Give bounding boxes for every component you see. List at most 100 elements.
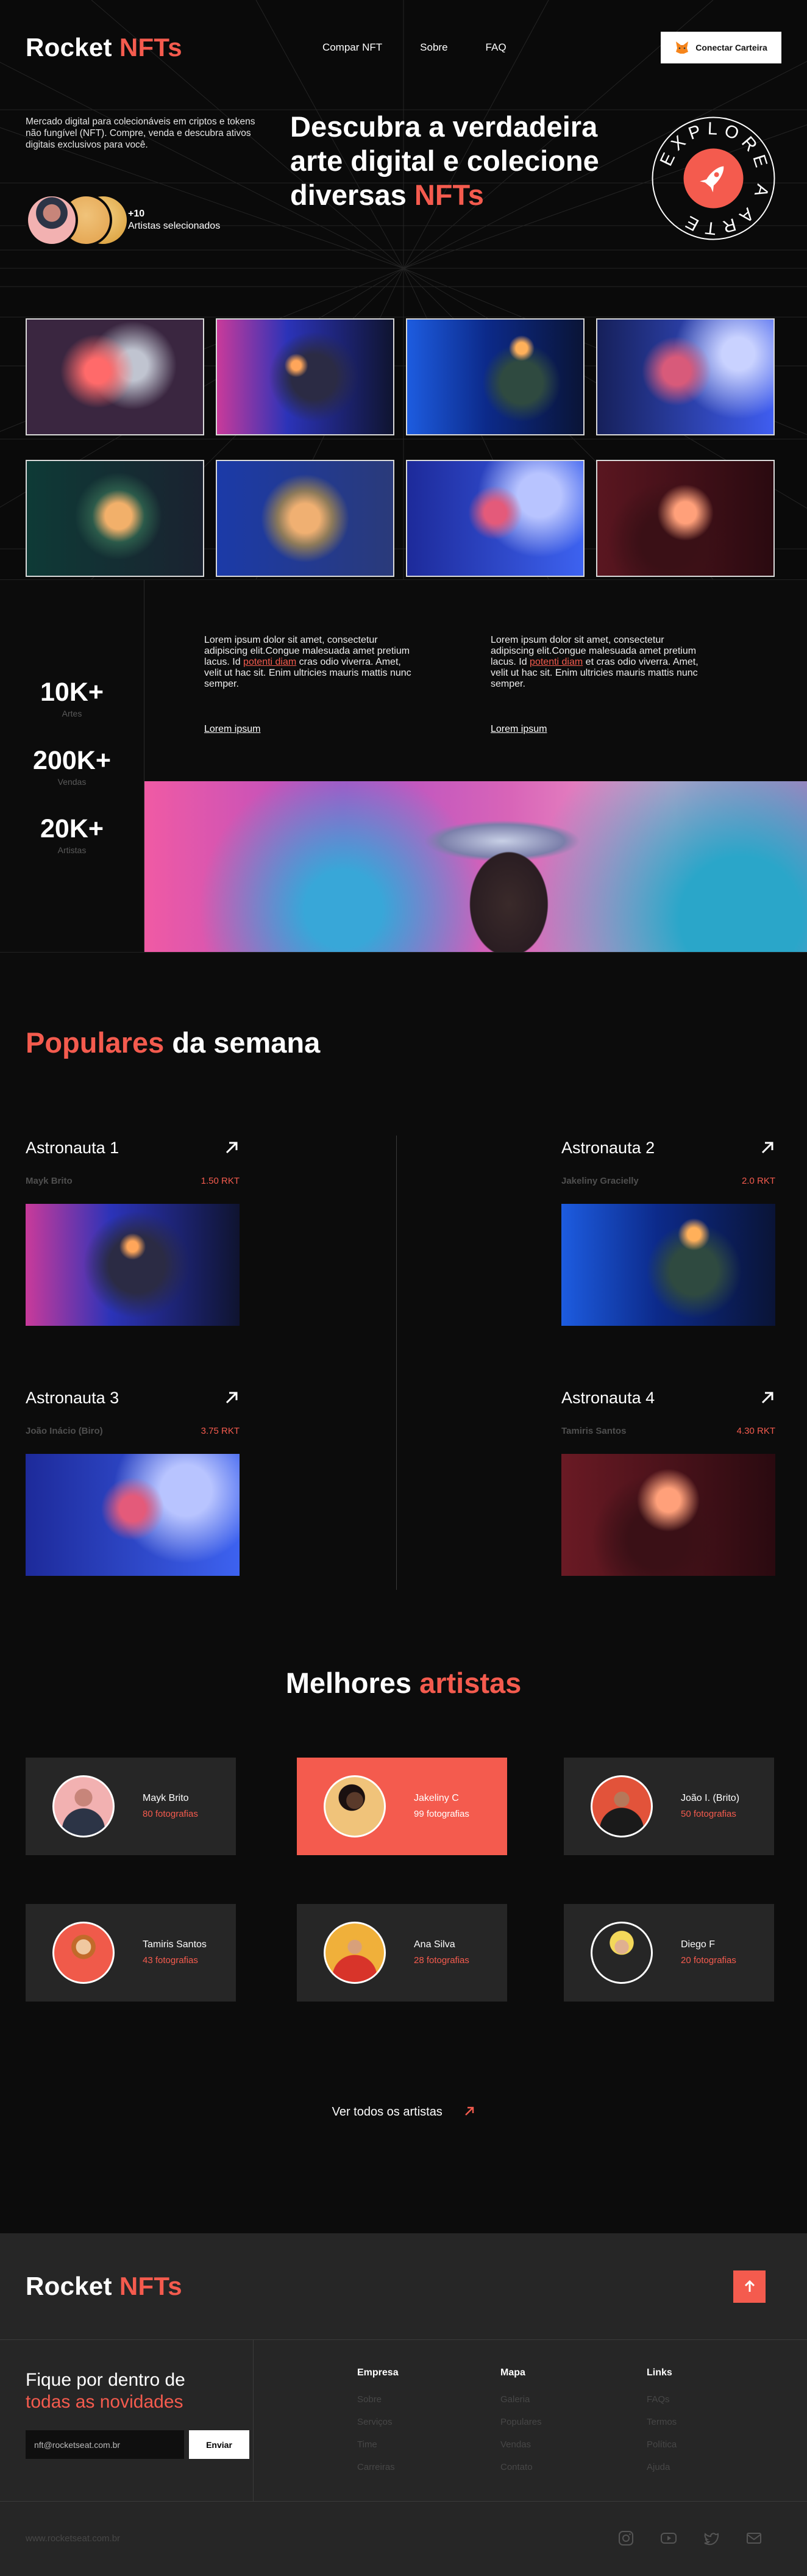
arrow-up-right-icon[interactable]	[224, 1140, 240, 1156]
footer-link[interactable]: Serviços	[357, 2411, 399, 2433]
footer-link[interactable]: Carreiras	[357, 2456, 399, 2478]
gallery-image[interactable]	[596, 460, 775, 577]
logo[interactable]: Rocket NFTs	[26, 33, 182, 62]
footer-col-empresa: Empresa Sobre Serviços Time Carreiras	[357, 2367, 399, 2478]
arrow-up-right-icon[interactable]	[759, 1390, 775, 1406]
nft-artist: Jakeliny Gracielly	[561, 1176, 639, 1186]
footer-link[interactable]: Galeria	[500, 2388, 542, 2411]
nft-image[interactable]	[561, 1204, 775, 1326]
arrow-up-icon	[744, 2280, 755, 2292]
divider	[396, 1136, 397, 1590]
artist-card[interactable]: Jakeliny C 99 fotografias	[297, 1758, 507, 1855]
gallery-image[interactable]	[216, 460, 394, 577]
footer-link[interactable]: Sobre	[357, 2388, 399, 2411]
nft-card[interactable]: Astronauta 1 Mayk Brito 1.50 RKT	[26, 1136, 240, 1326]
selected-artists: +10 Artistas selecionados	[26, 194, 220, 246]
footer-link[interactable]: FAQs	[647, 2388, 677, 2411]
stats-list: 10K+ Artes 200K+ Vendas 20K+ Artistas	[0, 580, 144, 952]
gallery-image[interactable]	[406, 318, 585, 435]
about-highlight[interactable]: potenti diam	[243, 657, 296, 667]
nft-name: Astronauta 1	[26, 1138, 119, 1157]
footer-columns: Empresa Sobre Serviços Time Carreiras Ma…	[254, 2340, 807, 2501]
youtube-icon[interactable]	[659, 2529, 678, 2547]
about-paragraph: Lorem ipsum dolor sit amet, consectetur …	[204, 635, 411, 735]
artist-avatar	[591, 1922, 653, 1984]
footer-link[interactable]: Política	[647, 2433, 677, 2456]
artist-name: Ana Silva	[414, 1939, 455, 1950]
nft-image[interactable]	[26, 1204, 240, 1326]
footer-link[interactable]: Termos	[647, 2411, 677, 2433]
gallery-image[interactable]	[216, 318, 394, 435]
twitter-icon[interactable]	[702, 2529, 720, 2547]
back-to-top-button[interactable]	[733, 2270, 766, 2303]
nft-price: 4.30 RKT	[736, 1426, 775, 1436]
nft-gallery	[26, 318, 775, 577]
artist-card[interactable]: Mayk Brito 80 fotografias	[26, 1758, 236, 1855]
arrow-up-right-icon[interactable]	[224, 1390, 240, 1406]
gallery-image[interactable]	[26, 318, 204, 435]
artist-photo-count: 43 fotografias	[143, 1955, 198, 1966]
footer-link[interactable]: Populares	[500, 2411, 542, 2433]
artist-card[interactable]: Ana Silva 28 fotografias	[297, 1904, 507, 2002]
footer-site-url[interactable]: www.rocketseat.com.br	[26, 2533, 120, 2544]
artist-photo-count: 20 fotografias	[681, 1955, 736, 1966]
footer: Rocket NFTs Fique por dentro de todas as …	[0, 2233, 807, 2576]
artist-card[interactable]: Diego F 20 fotografias	[564, 1904, 774, 2002]
instagram-icon[interactable]	[617, 2529, 635, 2547]
artist-name: Tamiris Santos	[143, 1939, 207, 1950]
stat-artes: 10K+ Artes	[40, 677, 104, 718]
explore-art-badge[interactable]: EXPLORE A ARTE	[651, 116, 776, 241]
about-paragraph: Lorem ipsum dolor sit amet, consectetur …	[491, 635, 699, 735]
social-links	[617, 2529, 763, 2547]
arrow-up-right-icon[interactable]	[759, 1140, 775, 1156]
see-all-artists-link[interactable]: Ver todos os artistas	[0, 2105, 807, 2119]
artist-name: João I. (Brito)	[681, 1793, 740, 1803]
footer-link[interactable]: Time	[357, 2433, 399, 2456]
best-artists-section: Melhores artistas Mayk Brito 80 fotografi…	[0, 1666, 807, 2233]
footer-col-links: Links FAQs Termos Política Ajuda	[647, 2367, 677, 2478]
footer-logo[interactable]: Rocket NFTs	[26, 2272, 182, 2301]
artist-photo-count: 99 fotografias	[414, 1809, 469, 1819]
popular-grid: Astronauta 1 Mayk Brito 1.50 RKT Astronau…	[26, 1136, 781, 1590]
footer-col-mapa: Mapa Galeria Populares Vendas Contato	[500, 2367, 542, 2478]
artist-avatar	[324, 1922, 386, 1984]
footer-link[interactable]: Ajuda	[647, 2456, 677, 2478]
newsletter: Fique por dentro detodas as novidades En…	[0, 2340, 254, 2501]
nft-artist: João Inácio (Biro)	[26, 1426, 103, 1436]
artist-card[interactable]: João I. (Brito) 50 fotografias	[564, 1758, 774, 1855]
avatar	[26, 194, 78, 246]
hero-description: Mercado digital para colecionáveis em cr…	[26, 116, 255, 150]
mail-icon[interactable]	[745, 2529, 763, 2547]
about-link[interactable]: Lorem ipsum	[204, 724, 260, 735]
footer-link[interactable]: Contato	[500, 2456, 542, 2478]
arrow-up-right-icon	[465, 2106, 474, 2116]
menu-item-sobre[interactable]: Sobre	[420, 41, 447, 54]
about-highlight[interactable]: potenti diam	[530, 657, 583, 667]
footer-link[interactable]: Vendas	[500, 2433, 542, 2456]
menu-item-faq[interactable]: FAQ	[486, 41, 507, 54]
newsletter-submit-button[interactable]: Enviar	[189, 2430, 249, 2459]
nft-image[interactable]	[26, 1454, 240, 1576]
gallery-image[interactable]	[406, 460, 585, 577]
gallery-image[interactable]	[26, 460, 204, 577]
newsletter-email-input[interactable]	[26, 2430, 184, 2459]
menu-item-comprar-nft[interactable]: Compar NFT	[322, 41, 382, 54]
hero-section: Rocket NFTs Compar NFT Sobre FAQ Conecta…	[0, 0, 807, 579]
artist-avatar	[591, 1775, 653, 1837]
nft-price: 1.50 RKT	[201, 1176, 240, 1186]
artist-name: Jakeliny C	[414, 1793, 459, 1803]
nft-card[interactable]: Astronauta 4 Tamiris Santos 4.30 RKT	[561, 1386, 775, 1576]
connect-wallet-button[interactable]: Conectar Carteira	[661, 31, 781, 63]
artist-photo-count: 50 fotografias	[681, 1809, 736, 1819]
gallery-image[interactable]	[596, 318, 775, 435]
nft-price: 2.0 RKT	[741, 1176, 775, 1186]
nft-card[interactable]: Astronauta 3 João Inácio (Biro) 3.75 RKT	[26, 1386, 240, 1576]
nft-name: Astronauta 3	[26, 1388, 119, 1407]
nft-name: Astronauta 2	[561, 1138, 655, 1157]
nft-card[interactable]: Astronauta 2 Jakeliny Gracielly 2.0 RKT	[561, 1136, 775, 1326]
artist-card[interactable]: Tamiris Santos 43 fotografias	[26, 1904, 236, 2002]
about-link[interactable]: Lorem ipsum	[491, 724, 547, 735]
newsletter-title-accent: todas as novidades	[26, 2392, 183, 2412]
popular-title: Populares da semana	[26, 1026, 321, 1059]
nft-image[interactable]	[561, 1454, 775, 1576]
